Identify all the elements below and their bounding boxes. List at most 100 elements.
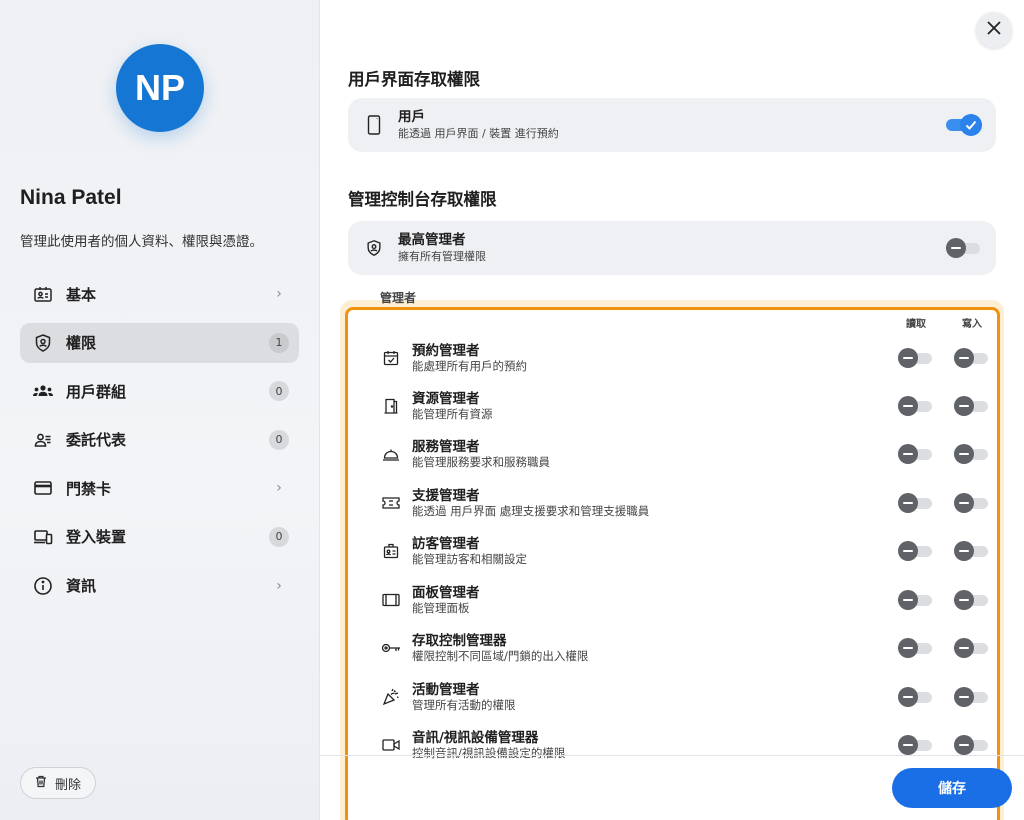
card-title: 最高管理者	[398, 232, 466, 248]
ui-access-title: 用戶界面存取權限	[348, 70, 480, 89]
user-access-toggle[interactable]	[946, 114, 982, 136]
role-row-support-admin: 支援管理者 能透過 用戶界面 處理支援要求和管理支援職員	[348, 482, 997, 530]
user-ui-access-card: 用戶 能透過 用戶界面 / 裝置 進行預約	[348, 98, 996, 152]
write-toggle[interactable]	[954, 396, 990, 416]
super-admin-card: 最高管理者 擁有所有管理權限	[348, 221, 996, 275]
shield-user-icon	[364, 238, 384, 258]
sidebar-item-permissions[interactable]: 權限 1	[20, 322, 299, 363]
write-toggle[interactable]	[954, 687, 990, 707]
write-toggle[interactable]	[954, 444, 990, 464]
count-badge: 0	[269, 526, 289, 547]
role-title: 支援管理者	[412, 488, 480, 504]
read-toggle[interactable]	[898, 348, 934, 368]
count-badge: 0	[269, 381, 289, 402]
delete-label: 刪除	[55, 777, 82, 793]
delete-button[interactable]: 刪除	[20, 767, 97, 799]
chevron-right-icon: ›	[276, 577, 282, 594]
sidebar-item-user-groups[interactable]: 用戶群組 0	[20, 371, 299, 411]
write-toggle[interactable]	[954, 541, 990, 561]
read-toggle[interactable]	[898, 687, 934, 707]
devices-icon	[32, 526, 54, 548]
role-row-resource-admin: 資源管理者 能管理所有資源	[348, 385, 997, 433]
sidebar-item-delegates[interactable]: 委託代表 0	[20, 420, 299, 460]
card-subtitle: 擁有所有管理權限	[398, 250, 486, 263]
role-title: 面板管理者	[412, 585, 480, 601]
read-toggle[interactable]	[898, 493, 934, 513]
save-button[interactable]: 儲存	[892, 768, 1012, 808]
chevron-right-icon: ›	[276, 286, 282, 302]
role-title: 資源管理者	[412, 391, 480, 407]
role-title: 存取控制管理器	[412, 633, 507, 649]
role-title: 音訊/視訊設備管理器	[412, 730, 539, 746]
admin-roles-list: 讀取 寫入 預約管理者 能處理所有用戶的預約 資源管理者 能管理所有資源 服務管…	[345, 307, 1000, 820]
user-description: 管理此使用者的個人資料、權限與憑證。	[20, 234, 263, 250]
role-subtitle: 能管理訪客和相關設定	[412, 552, 527, 566]
write-toggle[interactable]	[954, 638, 990, 658]
role-subtitle: 管理所有活動的權限	[412, 698, 516, 712]
role-row-service-admin: 服務管理者 能管理服務要求和服務職員	[348, 433, 997, 481]
visitor-badge-icon	[380, 540, 402, 562]
write-column-header: 寫入	[962, 319, 982, 330]
sidebar-item-label: 用戶群組	[66, 382, 127, 401]
card-icon	[32, 477, 54, 499]
role-subtitle: 權限控制不同區域/門鎖的出入權限	[412, 649, 589, 663]
sidebar-nav: 基本 › 權限 1 用戶群組 0 委託代表 0 門禁卡 › 登入裝置 0 資訊 …	[20, 274, 299, 614]
super-admin-toggle[interactable]	[946, 238, 982, 258]
role-row-access-control-admin: 存取控制管理器 權限控制不同區域/門鎖的出入權限	[348, 627, 997, 675]
party-popper-icon	[380, 686, 402, 708]
sidebar-item-label: 委託代表	[66, 431, 127, 450]
ticket-icon	[380, 492, 402, 514]
role-title: 預約管理者	[412, 343, 480, 359]
sidebar-item-label: 登入裝置	[66, 528, 127, 547]
chevron-right-icon: ›	[276, 480, 282, 497]
user-name: Nina Patel	[20, 186, 122, 209]
sidebar-item-label: 基本	[66, 285, 97, 304]
write-toggle[interactable]	[954, 348, 990, 368]
sidebar-item-basic[interactable]: 基本 ›	[20, 274, 299, 314]
role-row-event-admin: 活動管理者 管理所有活動的權限	[348, 676, 997, 724]
admins-label: 管理者	[380, 291, 417, 305]
info-icon	[32, 575, 54, 597]
checkmark-icon	[960, 114, 982, 136]
role-subtitle: 能管理面板	[412, 601, 470, 615]
write-toggle[interactable]	[954, 493, 990, 513]
role-subtitle: 能處理所有用戶的預約	[412, 359, 527, 373]
trash-icon	[35, 775, 47, 792]
read-toggle[interactable]	[898, 590, 934, 610]
sidebar-item-label: 權限	[66, 334, 97, 353]
role-title: 服務管理者	[412, 439, 480, 455]
role-row-panel-admin: 面板管理者 能管理面板	[348, 579, 997, 627]
avatar: NP	[116, 44, 204, 132]
calendar-check-icon	[380, 347, 402, 369]
role-title: 訪客管理者	[412, 536, 480, 552]
main-panel: 用戶界面存取權限 用戶 能透過 用戶界面 / 裝置 進行預約 管理控制台存取權限…	[320, 0, 1024, 820]
read-column-header: 讀取	[906, 319, 926, 330]
read-toggle[interactable]	[898, 735, 934, 755]
role-title: 活動管理者	[412, 682, 480, 698]
sidebar: NP Nina Patel 管理此使用者的個人資料、權限與憑證。 基本 › 權限…	[0, 0, 320, 820]
read-toggle[interactable]	[898, 638, 934, 658]
close-button[interactable]	[976, 12, 1012, 48]
count-badge: 1	[269, 332, 289, 353]
write-toggle[interactable]	[954, 735, 990, 755]
read-toggle[interactable]	[898, 541, 934, 561]
shield-icon	[32, 332, 54, 354]
close-icon	[986, 20, 1002, 40]
read-toggle[interactable]	[898, 444, 934, 464]
sidebar-item-info[interactable]: 資訊 ›	[20, 566, 299, 606]
sidebar-item-login-devices[interactable]: 登入裝置 0	[20, 517, 299, 557]
key-icon	[380, 637, 402, 659]
delegate-icon	[32, 429, 54, 451]
read-toggle[interactable]	[898, 396, 934, 416]
write-toggle[interactable]	[954, 590, 990, 610]
role-row-visitor-admin: 訪客管理者 能管理訪客和相關設定	[348, 530, 997, 578]
role-subtitle: 能透過 用戶界面 處理支援要求和管理支援職員	[412, 504, 650, 518]
sidebar-item-access-cards[interactable]: 門禁卡 ›	[20, 468, 299, 508]
video-camera-icon	[380, 734, 402, 756]
role-row-av-admin: 音訊/視訊設備管理器 控制音訊/視訊設備設定的權限	[348, 724, 997, 772]
role-subtitle: 能管理服務要求和服務職員	[412, 455, 550, 469]
sidebar-item-label: 資訊	[66, 577, 97, 596]
sidebar-item-label: 門禁卡	[66, 479, 112, 498]
count-badge: 0	[269, 429, 289, 450]
mobile-device-icon	[364, 115, 384, 135]
